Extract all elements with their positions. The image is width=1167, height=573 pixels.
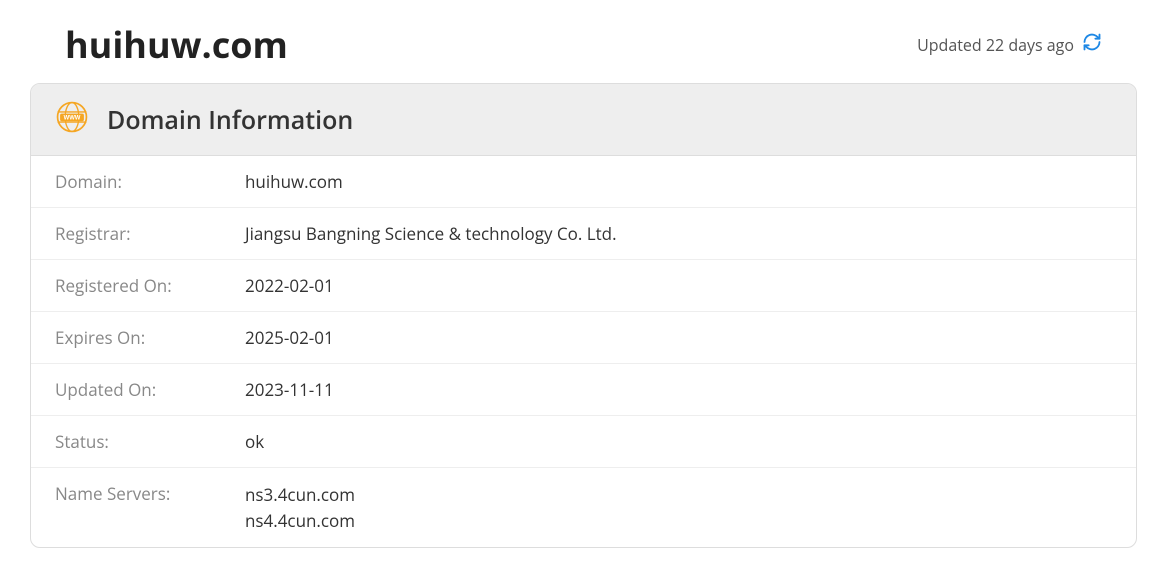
row-updated-on: Updated On: 2023-11-11 <box>31 364 1136 416</box>
label-status: Status: <box>55 430 245 453</box>
row-name-servers: Name Servers: ns3.4cun.com ns4.4cun.com <box>31 468 1136 547</box>
row-registrar: Registrar: Jiangsu Bangning Science & te… <box>31 208 1136 260</box>
value-updated-on: 2023-11-11 <box>245 378 334 401</box>
ns-line-2: ns4.4cun.com <box>245 508 355 534</box>
page-header: huihuw.com Updated 22 days ago <box>30 20 1137 83</box>
refresh-icon[interactable] <box>1082 32 1102 57</box>
updated-info: Updated 22 days ago <box>917 32 1102 57</box>
updated-text: Updated 22 days ago <box>917 34 1074 56</box>
value-registrar: Jiangsu Bangning Science & technology Co… <box>245 222 617 245</box>
label-expires-on: Expires On: <box>55 326 245 349</box>
row-registered-on: Registered On: 2022-02-01 <box>31 260 1136 312</box>
www-icon: WWW <box>55 100 89 139</box>
value-domain: huihuw.com <box>245 170 343 193</box>
svg-text:WWW: WWW <box>64 116 81 122</box>
info-table: Domain: huihuw.com Registrar: Jiangsu Ba… <box>31 156 1136 547</box>
value-name-servers: ns3.4cun.com ns4.4cun.com <box>245 482 355 533</box>
label-registered-on: Registered On: <box>55 274 245 297</box>
domain-title: huihuw.com <box>65 20 288 69</box>
label-name-servers: Name Servers: <box>55 482 245 533</box>
ns-line-1: ns3.4cun.com <box>245 482 355 508</box>
value-registered-on: 2022-02-01 <box>245 274 334 297</box>
label-updated-on: Updated On: <box>55 378 245 401</box>
label-domain: Domain: <box>55 170 245 193</box>
domain-info-card: WWW Domain Information Domain: huihuw.co… <box>30 83 1137 548</box>
value-expires-on: 2025-02-01 <box>245 326 334 349</box>
row-expires-on: Expires On: 2025-02-01 <box>31 312 1136 364</box>
row-domain: Domain: huihuw.com <box>31 156 1136 208</box>
value-status: ok <box>245 430 264 453</box>
card-header: WWW Domain Information <box>31 84 1136 156</box>
card-title: Domain Information <box>107 103 353 137</box>
row-status: Status: ok <box>31 416 1136 468</box>
label-registrar: Registrar: <box>55 222 245 245</box>
